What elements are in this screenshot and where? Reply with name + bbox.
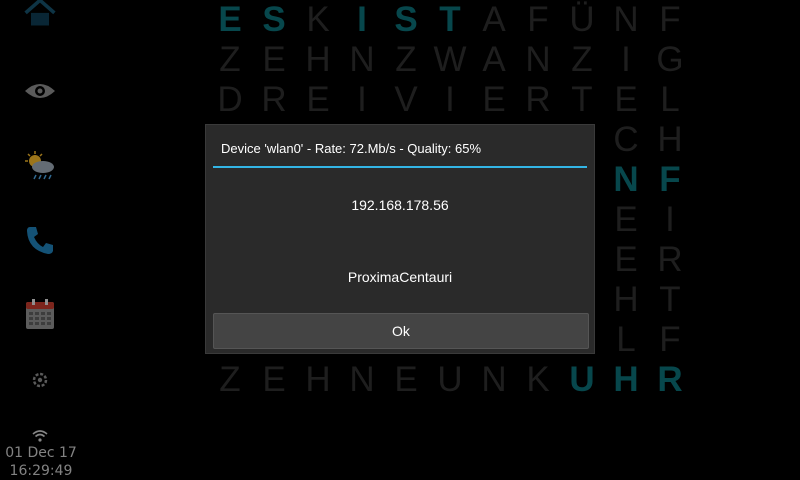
network-info-dialog: Device 'wlan0' - Rate: 72.Mb/s - Quality… xyxy=(205,124,595,354)
dialog-title: Device 'wlan0' - Rate: 72.Mb/s - Quality… xyxy=(221,141,482,156)
dialog-title-divider xyxy=(213,166,587,168)
ok-button[interactable]: Ok xyxy=(213,313,589,349)
ssid-label: ProximaCentauri xyxy=(347,269,453,285)
ip-address: 192.168.178.56 xyxy=(351,197,449,213)
